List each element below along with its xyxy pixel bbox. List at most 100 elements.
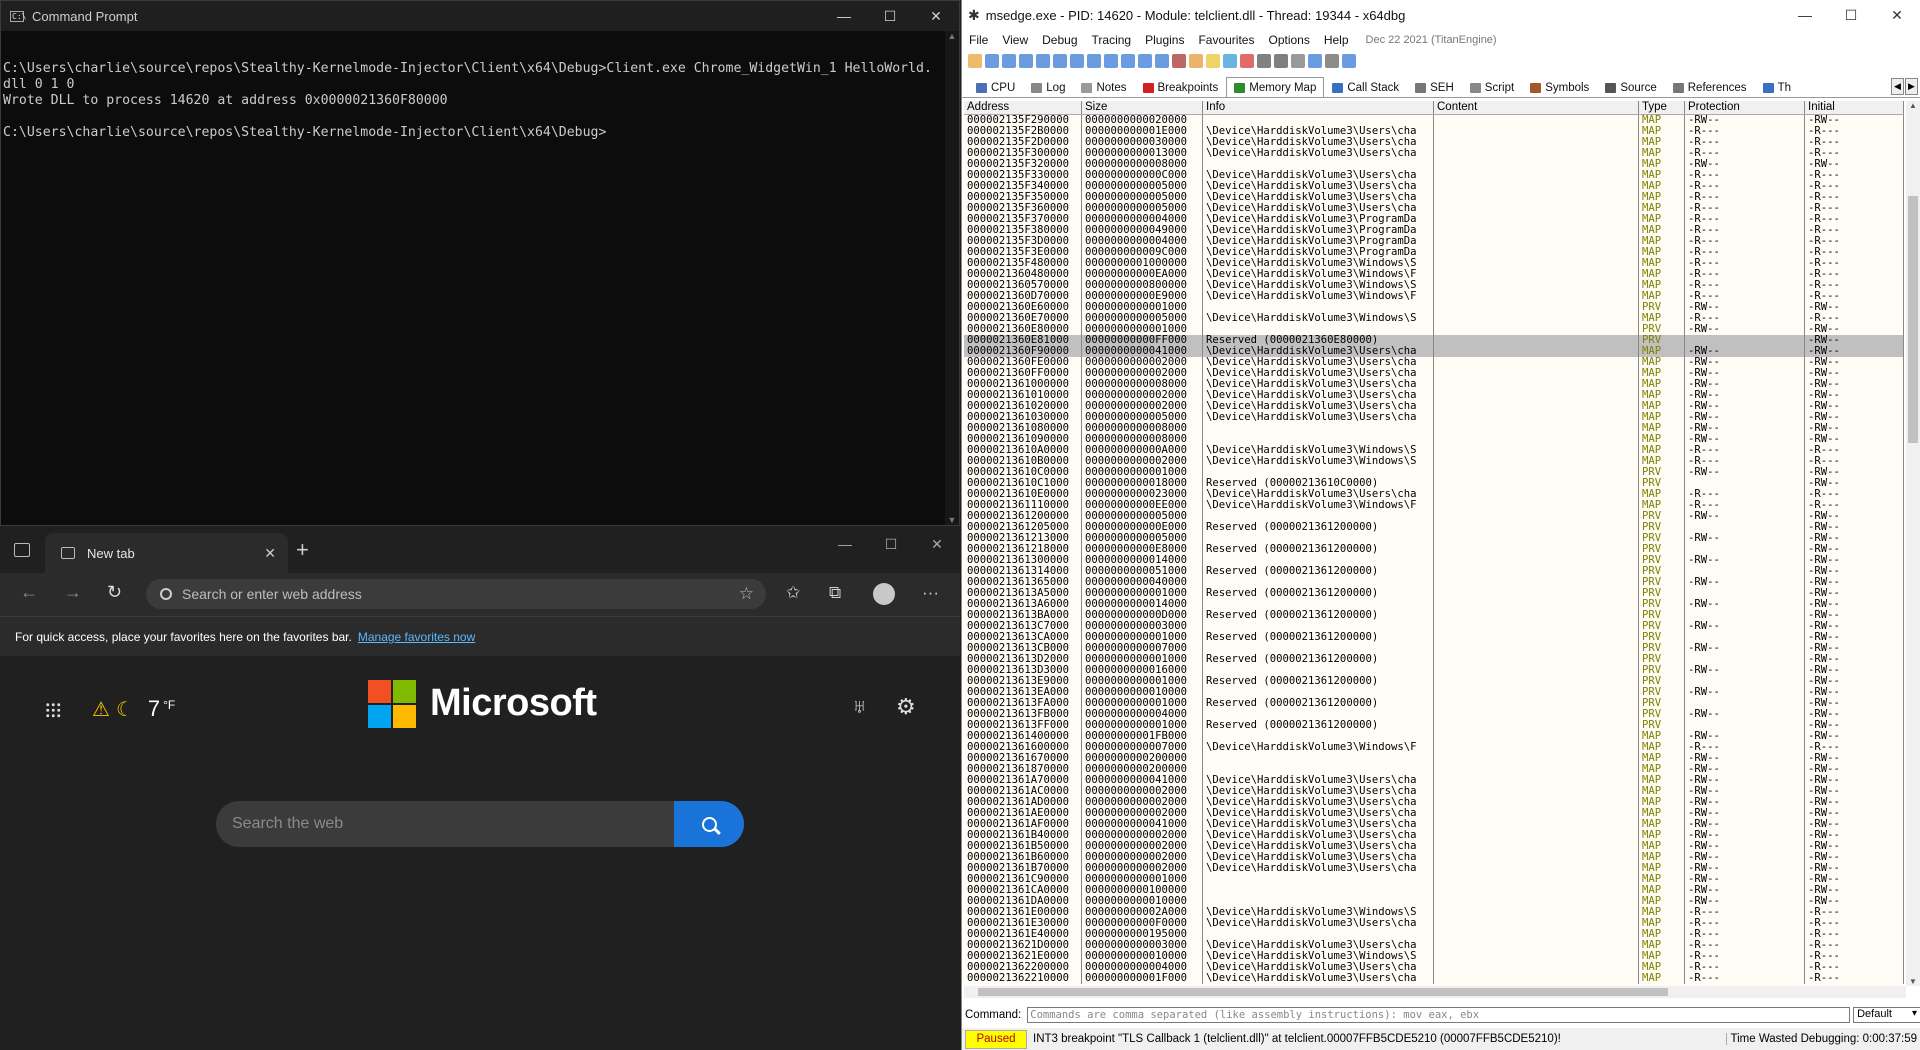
minimize-icon[interactable]: — xyxy=(821,1,867,31)
edge-browser-window[interactable]: New tab ✕ + — ☐ ✕ ← → ↻ Search or enter … xyxy=(0,526,960,1050)
column-header[interactable]: Content xyxy=(1434,101,1639,114)
toolbar-button-icon[interactable] xyxy=(1019,54,1033,68)
tab-notes[interactable]: Notes xyxy=(1073,77,1134,97)
rewards-icon[interactable]: ♅ xyxy=(852,696,867,719)
tab-script[interactable]: Script xyxy=(1462,77,1522,97)
cmd-scrollbar[interactable]: ▲ ▼ xyxy=(945,31,959,525)
table-row[interactable]: 0000021361AE0000 0000000000002000 \Device\… xyxy=(964,808,1904,819)
table-row[interactable]: 00000213621E0000 0000000000010000 \Device\… xyxy=(964,951,1904,962)
scroll-up-icon[interactable]: ▲ xyxy=(1906,101,1920,110)
table-row[interactable]: 0000021361110000 00000000000EE000 \Device\… xyxy=(964,500,1904,511)
table-row[interactable]: 00000213613D3000 0000000000016000 PRV -RW--… xyxy=(964,665,1904,676)
tab-th[interactable]: Th xyxy=(1755,77,1799,97)
toolbar-button-icon[interactable] xyxy=(1104,54,1118,68)
table-row[interactable]: 000002135F380000 0000000000049000 \Device\… xyxy=(964,225,1904,236)
web-search-button[interactable] xyxy=(674,801,744,847)
table-row[interactable]: 00000213613D2000 0000000000001000 Reserved… xyxy=(964,654,1904,665)
table-row[interactable]: 0000021361010000 0000000000002000 \Device\… xyxy=(964,390,1904,401)
table-row[interactable]: 0000021361B50000 0000000000002000 \Device\… xyxy=(964,841,1904,852)
table-row[interactable]: 000002135F330000 000000000000C000 \Device\… xyxy=(964,170,1904,181)
tab-call-stack[interactable]: Call Stack xyxy=(1324,77,1407,97)
column-header[interactable]: Type xyxy=(1639,101,1685,114)
toolbar-button-icon[interactable] xyxy=(1138,54,1152,68)
tab-breakpoints[interactable]: Breakpoints xyxy=(1135,77,1227,97)
column-header[interactable]: Address xyxy=(964,101,1082,114)
table-row[interactable]: 000002135F480000 0000000001000000 \Device\… xyxy=(964,258,1904,269)
table-row[interactable]: 0000021361AF0000 0000000000041000 \Device\… xyxy=(964,819,1904,830)
toolbar-button-icon[interactable] xyxy=(1223,54,1237,68)
column-header[interactable]: Protection xyxy=(1685,101,1805,114)
toolbar-button-icon[interactable] xyxy=(985,54,999,68)
table-row[interactable]: 00000213613CB000 0000000000007000 PRV -RW--… xyxy=(964,643,1904,654)
manage-favorites-link[interactable]: Manage favorites now xyxy=(358,630,475,644)
table-row[interactable]: 0000021361E00000 000000000002A000 \Device\… xyxy=(964,907,1904,918)
refresh-icon[interactable]: ↻ xyxy=(107,582,122,603)
toolbar-button-icon[interactable] xyxy=(1274,54,1288,68)
web-search-input[interactable]: Search the web xyxy=(216,801,674,847)
gear-icon[interactable]: ⚙ xyxy=(896,694,916,720)
toolbar-button-icon[interactable] xyxy=(1240,54,1254,68)
close-icon[interactable]: ✕ xyxy=(914,526,960,562)
scroll-thumb[interactable] xyxy=(1908,196,1918,443)
tab-symbols[interactable]: Symbols xyxy=(1522,77,1597,97)
collections-icon[interactable]: ⧉ xyxy=(829,583,841,603)
table-row[interactable]: 0000021360480000 00000000000EA000 \Device\… xyxy=(964,269,1904,280)
table-row[interactable]: 00000213613BA000 000000000000D000 Reserved… xyxy=(964,610,1904,621)
table-row[interactable]: 0000021361E30000 00000000000F0000 \Device\… xyxy=(964,918,1904,929)
command-prompt-window[interactable]: C:\ Command Prompt — ☐ ✕ C:\Users\charli… xyxy=(0,0,960,526)
table-row[interactable]: 0000021361C90000 0000000000001000 MAP -RW--… xyxy=(964,874,1904,885)
table-row[interactable]: 000002135F290000 0000000000020000 MAP -RW--… xyxy=(964,115,1904,126)
column-header[interactable]: Initial xyxy=(1805,101,1904,114)
table-row[interactable]: 0000021361030000 0000000000005000 \Device\… xyxy=(964,412,1904,423)
tab-seh[interactable]: SEH xyxy=(1407,77,1462,97)
table-row[interactable]: 000002135F360000 0000000000005000 \Device\… xyxy=(964,203,1904,214)
table-row[interactable]: 000002135F370000 0000000000004000 \Device\… xyxy=(964,214,1904,225)
table-row[interactable]: 000002135F340000 0000000000005000 \Device\… xyxy=(964,181,1904,192)
tab-actions-icon[interactable] xyxy=(14,543,30,557)
tabs-scroll-right-icon[interactable]: ▶ xyxy=(1905,78,1918,95)
table-row[interactable]: 00000213610E0000 0000000000023000 \Device\… xyxy=(964,489,1904,500)
tab-references[interactable]: References xyxy=(1665,77,1755,97)
table-row[interactable]: 0000021361213000 0000000000005000 PRV -RW--… xyxy=(964,533,1904,544)
table-row[interactable]: 0000021361205000 000000000000E000 Reserved… xyxy=(964,522,1904,533)
table-row[interactable]: 0000021361B60000 0000000000002000 \Device\… xyxy=(964,852,1904,863)
table-row[interactable]: 000002135F320000 0000000000008000 MAP -RW--… xyxy=(964,159,1904,170)
table-row[interactable]: 00000213610B0000 0000000000002000 \Device\… xyxy=(964,456,1904,467)
table-row[interactable]: 0000021361DA0000 0000000000010000 MAP -RW--… xyxy=(964,896,1904,907)
scroll-up-icon[interactable]: ▲ xyxy=(945,31,959,41)
console-output[interactable]: C:\Users\charlie\source\repos\Stealthy-K… xyxy=(3,45,945,141)
memory-map-vscrollbar[interactable]: ▲ ▼ xyxy=(1906,101,1920,986)
toolbar-button-icon[interactable] xyxy=(1155,54,1169,68)
table-row[interactable]: 0000021361600000 0000000000007000 \Device\… xyxy=(964,742,1904,753)
address-bar[interactable]: Search or enter web address ☆ xyxy=(146,579,766,609)
table-row[interactable]: 0000021361218000 00000000000E8000 Reserved… xyxy=(964,544,1904,555)
maximize-icon[interactable]: ☐ xyxy=(868,526,914,562)
add-favorite-star-icon[interactable]: ☆ xyxy=(739,584,754,604)
tab-source[interactable]: Source xyxy=(1597,77,1664,97)
table-row[interactable]: 0000021360E81000 00000000000FF000 Reserved… xyxy=(964,335,1904,346)
table-row[interactable]: 0000021361314000 0000000000051000 Reserved… xyxy=(964,566,1904,577)
table-row[interactable]: 000002135F2B0000 000000000001E000 \Device\… xyxy=(964,126,1904,137)
close-icon[interactable]: ✕ xyxy=(1874,0,1920,30)
table-row[interactable]: 0000021361080000 0000000000008000 MAP -RW--… xyxy=(964,423,1904,434)
toolbar-button-icon[interactable] xyxy=(1291,54,1305,68)
tab-close-icon[interactable]: ✕ xyxy=(264,545,276,562)
close-icon[interactable]: ✕ xyxy=(913,1,959,31)
menu-item[interactable]: Tracing xyxy=(1092,33,1132,47)
table-row[interactable]: 0000021361B70000 0000000000002000 \Device\… xyxy=(964,863,1904,874)
table-row[interactable]: 000002135F3D0000 0000000000004000 \Device\… xyxy=(964,236,1904,247)
menu-item[interactable]: Favourites xyxy=(1198,33,1254,47)
table-row[interactable]: 0000021361670000 0000000000200000 MAP -RW--… xyxy=(964,753,1904,764)
favorites-icon[interactable]: ✩ xyxy=(786,583,800,603)
menu-item[interactable]: Plugins xyxy=(1145,33,1184,47)
table-row[interactable]: 00000213613C7000 0000000000003000 PRV -RW--… xyxy=(964,621,1904,632)
table-row[interactable]: 0000021360E60000 0000000000001000 PRV -RW--… xyxy=(964,302,1904,313)
table-row[interactable]: 0000021360F90000 0000000000041000 \Device\… xyxy=(964,346,1904,357)
table-row[interactable]: 00000213621D0000 0000000000003000 \Device\… xyxy=(964,940,1904,951)
toolbar-button-icon[interactable] xyxy=(1189,54,1203,68)
table-row[interactable]: 0000021361AC0000 0000000000002000 \Device\… xyxy=(964,786,1904,797)
back-arrow-icon[interactable]: ← xyxy=(20,582,38,603)
toolbar-button-icon[interactable] xyxy=(1308,54,1322,68)
more-options-icon[interactable]: ··· xyxy=(922,583,939,603)
toolbar-button-icon[interactable] xyxy=(1070,54,1084,68)
